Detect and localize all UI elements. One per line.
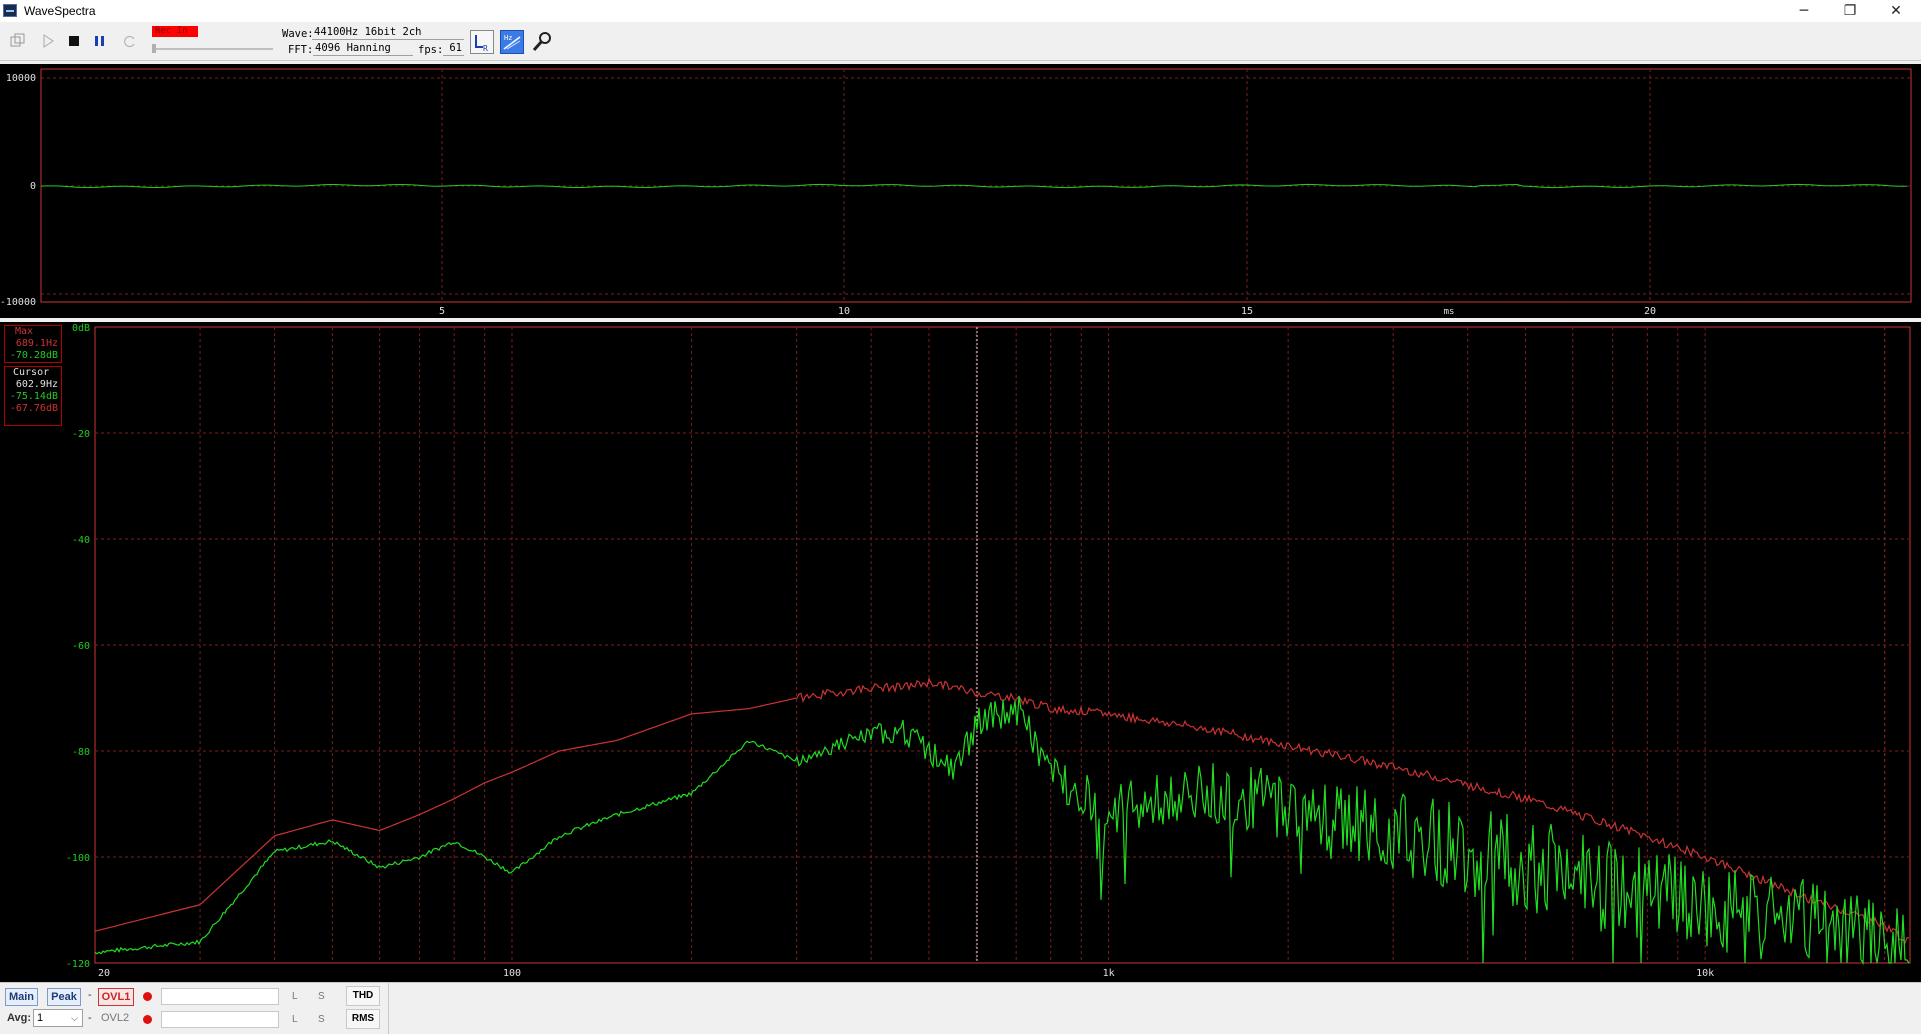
spectrum-y-label: -100	[66, 853, 90, 864]
ovl2-s-label: S	[318, 1014, 325, 1025]
ovl1-l-label: L	[292, 991, 298, 1002]
cursor-freq: 602.9Hz	[15, 379, 58, 390]
title-bar: WaveSpectra ─ ❐ ✕	[0, 0, 1921, 22]
status-divider	[388, 983, 389, 1034]
spectrum-y-label: -120	[66, 959, 90, 970]
ovl1-button[interactable]: OVL1	[98, 988, 134, 1006]
wave-x-label: 10	[838, 306, 850, 317]
thd-button[interactable]: THD	[346, 986, 380, 1006]
minimize-button[interactable]: ─	[1781, 0, 1827, 22]
ovl2-indicator	[143, 1015, 152, 1024]
wave-x-label: 5	[439, 306, 445, 317]
hz-scale-icon[interactable]: Hz	[500, 30, 524, 54]
wave-y-label: 0	[30, 181, 36, 192]
avg-label: Avg:	[7, 1012, 32, 1024]
dash-separator: -	[88, 989, 92, 1001]
wave-x-unit: ms	[1444, 307, 1455, 317]
spectrum-view[interactable]: 0dB -20 -40 -60 -80 -100 -120 20 100 1k 10k Max 6…	[0, 322, 1921, 982]
close-button[interactable]: ✕	[1873, 0, 1919, 22]
open-icon[interactable]	[8, 31, 28, 51]
ovl2-l-label: L	[292, 1014, 298, 1025]
spectrum-plot[interactable]: 0dB -20 -40 -60 -80 -100 -120 20 100 1k 10k	[0, 322, 1921, 982]
fps-label: fps:	[418, 44, 444, 56]
max-title: Max	[15, 326, 34, 337]
cursor-title: Cursor	[13, 367, 50, 378]
spectrum-y-labels: 0dB -20 -40 -60 -80 -100 -120	[66, 323, 90, 970]
wave-x-label: 15	[1241, 306, 1253, 317]
spectrum-x-label: 20	[98, 968, 110, 979]
cursor-level-r: -67.76dB	[9, 403, 58, 414]
rms-button[interactable]: RMS	[346, 1009, 380, 1029]
waveform-grid	[41, 69, 1911, 302]
main-button[interactable]: Main	[5, 988, 38, 1006]
rec-level-track[interactable]	[153, 48, 273, 50]
ovl1-indicator	[143, 992, 152, 1001]
pause-icon[interactable]	[90, 31, 110, 51]
chevron-down-icon: ⌵	[71, 1013, 78, 1023]
wave-label: Wave:	[282, 28, 314, 40]
spectrum-y-label: -20	[72, 429, 90, 440]
avg-select-value: 1	[37, 1012, 44, 1024]
window-title: WaveSpectra	[24, 4, 96, 18]
status-bar: Main Peak - OVL1 L S THD Avg: 1 ⌵ - OVL2…	[0, 982, 1921, 1034]
svg-text:Hz: Hz	[504, 34, 512, 42]
rec-level-thumb[interactable]	[152, 44, 156, 53]
fps-value: 61	[443, 43, 464, 56]
cursor-level-l: -75.14dB	[9, 391, 58, 402]
peak-button[interactable]: Peak	[47, 988, 81, 1006]
spectrum-x-label: 10k	[1696, 968, 1714, 979]
ovl2-field[interactable]	[161, 1011, 279, 1028]
play-icon[interactable]	[38, 31, 58, 51]
spectrum-grid	[95, 327, 1910, 963]
spectrum-x-label: 100	[503, 968, 521, 979]
waveform-frame	[40, 68, 1912, 303]
fft-label: FFT:	[288, 44, 314, 56]
rec-in-badge[interactable]: Rec In	[152, 26, 198, 37]
restore-button[interactable]: ❐	[1827, 0, 1873, 22]
live-spectrum-trace	[94, 695, 1910, 966]
waveform-plot[interactable]: 10000 0 -10000 5 10 15 ms 20	[0, 64, 1921, 318]
dash-separator: -	[88, 1012, 92, 1024]
spectrum-x-label: 1k	[1103, 968, 1115, 979]
ovl2-label[interactable]: OVL2	[101, 1012, 129, 1024]
wave-y-label: -10000	[0, 297, 36, 308]
max-level: -70.28dB	[9, 350, 58, 361]
app-icon	[3, 4, 17, 17]
wave-format-field: 44100Hz 16bit 2ch	[312, 27, 464, 40]
wave-y-label: 10000	[6, 73, 36, 84]
spectrum-y-label: -60	[72, 641, 90, 652]
settings-wrench-icon[interactable]	[530, 30, 554, 54]
waveform-view[interactable]: 10000 0 -10000 5 10 15 ms 20	[0, 64, 1921, 318]
fft-setting-field: 4096 Hanning	[313, 43, 413, 56]
cursor-panel: Cursor 602.9Hz -75.14dB -67.76dB	[4, 366, 62, 426]
spectrum-y-label: -80	[72, 747, 90, 758]
spectrum-y-label: 0dB	[72, 323, 90, 334]
ovl1-s-label: S	[318, 991, 325, 1002]
avg-select[interactable]: 1 ⌵	[33, 1009, 83, 1027]
spectrum-x-labels: 20 100 1k 10k	[98, 968, 1714, 979]
stop-icon[interactable]	[64, 31, 84, 51]
svg-text:R: R	[483, 44, 488, 53]
toolbar: Rec In Wave: 44100Hz 16bit 2ch FFT: 4096…	[0, 22, 1921, 61]
loop-icon[interactable]	[120, 31, 140, 51]
max-freq: 689.1Hz	[15, 338, 58, 349]
ovl1-field[interactable]	[161, 988, 279, 1005]
spectrum-y-label: -40	[72, 535, 90, 546]
channel-lr-icon[interactable]: R	[470, 30, 494, 54]
wave-x-label: 20	[1644, 306, 1656, 317]
max-panel: Max 689.1Hz -70.28dB	[4, 325, 62, 363]
